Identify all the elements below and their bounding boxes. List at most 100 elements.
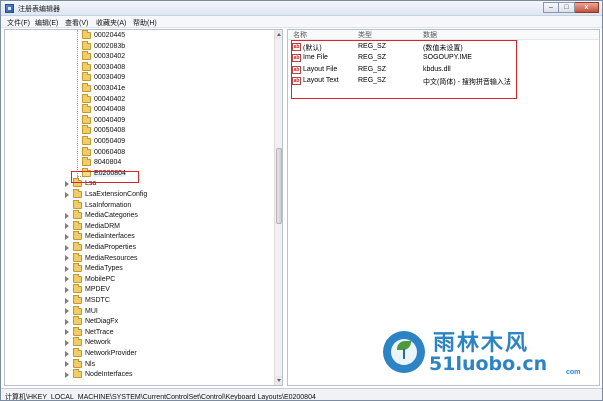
expand-arrow-icon[interactable] [64,371,70,378]
tree-item[interactable]: 00040402 [78,93,126,105]
expand-arrow-icon[interactable] [64,286,70,293]
maximize-button[interactable]: □ [559,2,575,13]
expand-arrow-icon[interactable] [64,308,70,315]
expand-arrow-icon[interactable] [64,180,70,187]
registry-tree-pane[interactable]: 00020445 0002083b 00030402 00030408 00030409… [4,29,283,386]
tree-item[interactable]: 00030402 [78,51,125,62]
expand-arrow-icon[interactable] [64,329,70,336]
tree-item[interactable]: MediaInterfaces [64,231,135,242]
scroll-up-arrow-icon[interactable] [275,30,282,39]
tree-item-label: MediaResources [85,254,138,262]
tree-item[interactable]: MediaCategories [64,210,138,221]
expand-arrow-icon[interactable] [64,244,70,251]
scrollbar-thumb[interactable] [276,148,282,224]
expand-arrow-icon[interactable] [64,297,70,304]
tree-item[interactable]: MediaResources [64,252,138,264]
tree-item[interactable]: 00050409 [78,136,125,147]
tree-item[interactable]: 00040409 [78,114,126,126]
tree-item[interactable]: LsaExtensionConfig [64,189,147,200]
expand-arrow-icon[interactable] [64,339,70,346]
close-button[interactable]: x [575,2,599,13]
registry-app-icon [5,4,14,13]
tree-scrollbar[interactable] [274,30,282,385]
tree-item[interactable]: 00030409 [78,72,125,83]
menu-favorites[interactable]: 收藏夹(A) [96,18,126,28]
menu-view[interactable]: 查看(V) [65,18,88,28]
tree-item[interactable]: Nls [64,358,95,370]
tree-item-label: MediaDRM [85,222,121,230]
expand-arrow-icon[interactable] [64,233,70,240]
tree-item-label: MediaProperties [85,244,136,251]
tree-item[interactable]: MSDTC [64,295,110,306]
minimize-button[interactable]: – [543,2,559,13]
tree-item[interactable]: 8040804 [78,157,121,168]
column-header-name[interactable]: 名称 [293,30,307,40]
folder-icon [73,369,82,379]
tree-item[interactable]: MPDEV [64,284,110,295]
folder-icon [73,358,82,368]
window-controls: – □ x [543,2,599,13]
status-key-path: 计算机\HKEY_LOCAL_MACHINE\SYSTEM\CurrentCon… [5,394,316,401]
column-header-data[interactable]: 数据 [423,30,437,40]
folder-icon [82,157,91,167]
tree-item-label: 00040402 [94,95,126,103]
tree-item[interactable]: MUI [64,305,98,317]
watermark-logo: 雨林木风 51luobo.cn com [383,327,602,387]
folder-icon [73,220,82,230]
folder-icon [73,199,82,209]
expand-arrow-icon[interactable] [64,212,70,219]
tree-item[interactable]: NetTrace [64,326,114,338]
expand-arrow-icon[interactable] [64,255,70,262]
highlight-box-values [291,40,517,99]
menu-file[interactable]: 文件(F) [7,18,30,28]
expand-arrow-icon[interactable] [64,223,70,230]
folder-icon [73,337,82,347]
tree-item[interactable]: MediaTypes [64,263,123,274]
column-header-type[interactable]: 类型 [358,30,372,40]
tree-item[interactable]: NodeInterfaces [64,369,132,380]
tree-item[interactable]: NetworkProvider [64,348,137,359]
watermark-url: 51luobo.cn [429,353,548,375]
tree-item-label: MUI [85,307,98,315]
folder-icon [73,242,82,251]
tree-item[interactable]: 00020445 [78,30,125,41]
highlight-box-selected-key [71,171,139,183]
tree-item[interactable]: 00050408 [78,125,125,136]
expand-arrow-icon[interactable] [64,318,70,325]
tree-item-label: NetTrace [85,328,114,336]
expand-arrow-icon[interactable] [64,191,70,198]
tree-item[interactable]: Network [64,337,111,348]
tree-item[interactable]: 00030408 [78,61,126,73]
tree-item-label: 00030408 [94,63,126,71]
folder-icon [82,72,91,82]
menu-edit[interactable]: 编辑(E) [35,18,58,28]
tree-item[interactable]: 00060408 [78,146,125,158]
tree-item-label: 00040409 [94,116,126,124]
expand-arrow-icon[interactable] [64,361,70,368]
folder-icon [82,136,91,145]
tree-item[interactable]: NetDiagFx [64,316,118,327]
folder-icon [73,231,82,241]
tree-item[interactable]: 0002083b [78,40,125,52]
tree-item-label: 0003041e [94,85,126,92]
tree-item[interactable]: 0003041e [78,83,125,94]
folder-icon [82,93,91,103]
expand-arrow-icon[interactable] [64,350,70,357]
menu-help[interactable]: 帮助(H) [133,18,157,28]
expand-arrow-icon[interactable] [64,265,70,272]
title-bar[interactable]: 注册表编辑器 – □ x [1,1,602,16]
tree-item-label: 00050408 [94,127,126,135]
scroll-down-arrow-icon[interactable] [275,376,282,385]
tree-item[interactable]: MediaDRM [64,220,121,232]
tree-item[interactable]: LsaInformation [64,199,131,211]
tree-item[interactable]: MediaProperties [64,242,136,253]
tree-item[interactable]: MobilePC [64,273,115,285]
tree-item-label: 00030409 [94,74,126,82]
folder-icon [73,273,82,283]
folder-icon [73,316,82,326]
status-bar: 计算机\HKEY_LOCAL_MACHINE\SYSTEM\CurrentCon… [1,388,602,401]
folder-icon [82,51,91,61]
expand-arrow-icon[interactable] [64,276,70,283]
tree-item[interactable]: 00040408 [78,104,125,115]
folder-icon [82,146,91,156]
